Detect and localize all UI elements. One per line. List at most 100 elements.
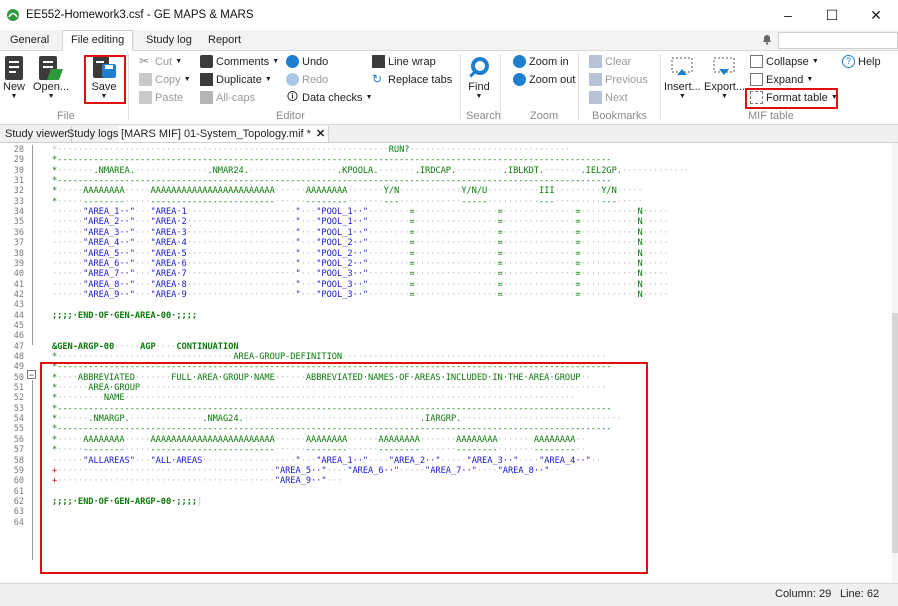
code-token: ················ [414,238,498,249]
code-line[interactable]: ;;;;·END·OF·GEN-AREA-00·;;;; [52,311,197,321]
duplicate-label: Duplicate [216,73,262,86]
tab-file-editing[interactable]: File editing [62,30,134,51]
code-token: ·············· [502,238,576,249]
code-token: ·············· [134,165,208,176]
code-line[interactable]: *·······.NMAREA.··············.NMAR24.··… [52,166,689,176]
cut-dropdown-icon: ▼ [175,58,183,65]
line-wrap-button[interactable]: Line wrap [372,55,436,68]
code-line[interactable]: *---------------------------------------… [52,155,612,165]
export-button[interactable]: Export... ▼ [704,55,745,100]
zoom-out-label: Zoom out [529,73,576,86]
redo-button[interactable]: Redo [286,73,328,86]
code-token: ········ [368,217,410,228]
expand-button[interactable]: Expand ▼ [750,73,813,86]
data-checks-button[interactable]: 🛈 Data checks ▼ [286,91,373,104]
code-token: "AREA_1··" [83,207,135,218]
next-label: Next [605,91,628,104]
window-controls: – ☐ ✕ [766,0,898,30]
code-token: "POOL_1··" [316,227,369,238]
code-line[interactable]: *·······································… [52,145,570,155]
zoom-in-button[interactable]: Zoom in [513,55,569,68]
close-tab-icon[interactable]: ✕ [316,128,325,140]
next-bookmark-button[interactable]: Next [589,91,628,104]
tab-mif-document[interactable]: [MARS MIF] 01-System_Topology.mif * ✕ [118,126,330,142]
code-line[interactable]: ······"AREA_6··"···"AREA·6··············… [52,259,669,269]
ribbon-search-input[interactable] [778,32,898,49]
code-token: ····················· [186,248,296,259]
code-token: "AREA·6 [150,258,187,269]
open-button[interactable]: Open... ▼ [33,55,69,100]
new-button[interactable]: New ▼ [3,55,25,100]
previous-bookmark-button[interactable]: Previous [589,73,648,86]
copy-button[interactable]: Copy ▼ [139,73,191,86]
code-token: ····· [642,269,669,280]
code-line[interactable]: *··································AREA-… [52,352,606,362]
maximize-button[interactable]: ☐ [810,0,854,30]
tab-general[interactable]: General [2,31,57,50]
help-button[interactable]: ? Help [842,55,881,68]
code-token: ·············· [502,258,576,269]
line-number: 38 [13,248,24,259]
insert-button[interactable]: Insert... ▼ [664,55,701,100]
fold-guide-line [32,380,33,560]
format-table-highlight-box [745,88,838,109]
replace-tabs-button[interactable]: ↻ Replace tabs [372,73,452,86]
code-line[interactable]: *---------------------------------------… [52,176,612,186]
tab-study-logs[interactable]: Study logs [64,126,123,142]
line-number: 46 [13,331,24,342]
undo-icon [286,55,299,68]
allcaps-label: All-caps [216,91,256,104]
cut-button[interactable]: ✂ Cut ▼ [139,55,182,68]
collapse-icon [750,55,763,68]
tab-study-viewer[interactable]: Study viewer [2,126,72,142]
code-line[interactable]: ······"AREA_1··"···"AREA·1··············… [52,207,669,217]
code-token: ····· [642,238,669,249]
vertical-scrollbar[interactable] [892,143,898,583]
tab-report[interactable]: Report [200,31,249,50]
code-token: ··· [300,227,317,238]
comments-button[interactable]: Comments ▼ [200,55,279,68]
allcaps-button[interactable]: All-caps [200,91,255,104]
code-line[interactable]: ······"AREA_3··"···"AREA·3··············… [52,228,669,238]
minimize-button[interactable]: – [766,0,810,30]
notification-bell-icon[interactable] [761,33,773,45]
line-number: 53 [13,403,24,414]
code-token: "POOL_2··" [316,248,369,259]
scrollbar-thumb[interactable] [892,313,898,553]
find-button[interactable]: Find ▼ [467,55,491,100]
code-token: ····················· [186,238,296,249]
code-line[interactable]: *·····AAAAAAAA·····AAAAAAAAAAAAAAAAAAAAA… [52,186,643,196]
code-line[interactable]: ······"AREA_5··"···"AREA·5··············… [52,249,669,259]
code-line[interactable]: ······"AREA_9··"···"AREA·9··············… [52,290,669,300]
code-token: "POOL_3··" [316,279,369,290]
code-line[interactable]: ······"AREA_8··"···"AREA·8··············… [52,280,669,290]
line-number: 28 [13,145,24,155]
code-line[interactable]: ······"AREA_7··"···"AREA·7··············… [52,269,669,279]
line-number: 42 [13,289,24,300]
tab-study-log[interactable]: Study log [138,31,200,50]
code-token: AREA-GROUP-DEFINITION [233,352,343,362]
code-token: "AREA·8 [150,279,187,290]
allcaps-icon [200,91,213,104]
code-token: ······························· [409,145,571,155]
code-token: "POOL_1··" [316,207,369,218]
code-line[interactable]: *·····--------·····---------------------… [52,197,643,207]
code-line[interactable]: ······"AREA_2··"···"AREA·2··············… [52,217,669,227]
zoom-out-button[interactable]: Zoom out [513,73,575,86]
paste-button[interactable]: Paste [139,91,183,104]
code-token: ·············· [502,207,576,218]
code-line[interactable]: ······"AREA_4··"···"AREA·4··············… [52,238,669,248]
code-editor[interactable]: 28 29 30 31 32 33 34 35 36 37 38 39 40 41 42 43 44 45 46 47… [0,143,892,583]
duplicate-button[interactable]: Duplicate ▼ [200,73,272,86]
close-button[interactable]: ✕ [854,0,898,30]
separator [578,54,579,120]
code-line[interactable]: &GEN-ARGP-00·····AGP····CONTINUATION [52,342,239,352]
undo-button[interactable]: Undo [286,55,328,68]
code-token: ················ [414,248,498,259]
collapse-button[interactable]: Collapse ▼ [750,55,819,68]
code-token: --- [383,196,400,207]
new-document-icon [5,56,23,80]
line-number: 30 [13,165,24,176]
fold-toggle-icon[interactable]: − [27,370,36,380]
clear-bookmarks-button[interactable]: Clear [589,55,631,68]
